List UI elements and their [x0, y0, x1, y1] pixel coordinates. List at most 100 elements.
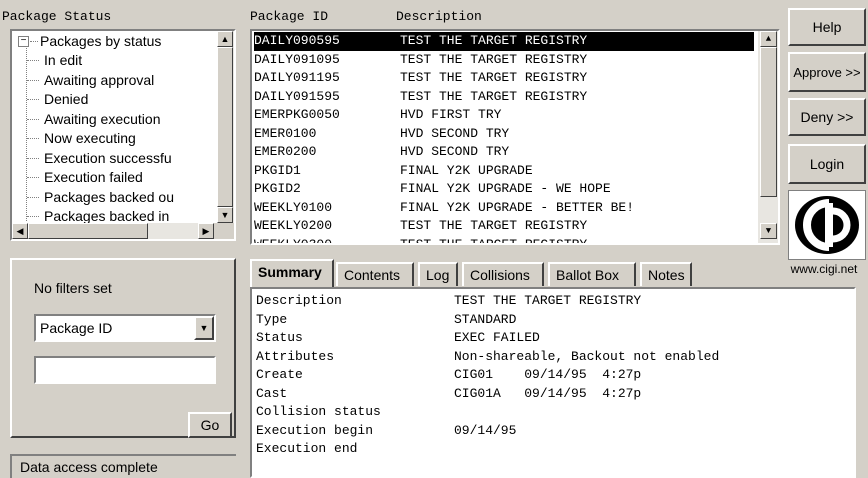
cigi-logo-icon	[795, 196, 859, 254]
summary-row: Cast CIG01A 09/14/95 4:27p	[256, 385, 641, 404]
deny-button[interactable]: Deny >>	[788, 98, 866, 136]
tab-contents[interactable]: Contents	[336, 262, 414, 286]
package-desc-cell: FINAL Y2K UPGRADE	[400, 162, 533, 178]
filter-select-value: Package ID	[40, 320, 113, 336]
filter-text-input[interactable]	[34, 356, 216, 384]
approve-button[interactable]: Approve >>	[788, 52, 866, 92]
summary-label: Cast	[256, 385, 288, 401]
package-desc-cell: HVD FIRST TRY	[400, 107, 502, 122]
package-desc-cell: TEST THE TARGET REGISTRY	[400, 236, 588, 245]
tree-item-label: Denied	[44, 91, 89, 107]
package-id-cell: DAILY091095	[254, 51, 340, 67]
tab-collisions[interactable]: Collisions	[462, 262, 544, 286]
package-list-scrollbar[interactable]: ▲ ▼	[758, 31, 778, 243]
package-desc-cell: HVD SECOND TRY	[400, 125, 510, 141]
package-id-cell: WEEKLY0200	[254, 218, 333, 233]
tree-item-label: Packages backed ou	[44, 188, 174, 205]
package-row[interactable]: PKGID1 FINAL Y2K UPGRADE	[254, 162, 754, 181]
summary-label: Status	[256, 330, 303, 345]
tree-connector	[27, 157, 39, 159]
summary-row: Status EXEC FAILED	[256, 329, 540, 348]
package-id-cell: DAILY090595	[254, 33, 340, 48]
summary-row: Execution begin 09/14/95	[256, 422, 516, 441]
filter-status: No filters set	[34, 280, 112, 296]
filter-select[interactable]: Package ID ▼	[34, 314, 216, 342]
package-id-cell: EMER0100	[254, 125, 317, 141]
scroll-up-icon[interactable]: ▲	[217, 31, 233, 47]
package-id-cell: DAILY091195	[254, 70, 340, 85]
summary-label: Description	[256, 293, 342, 308]
tab-notes[interactable]: Notes	[640, 262, 692, 286]
package-row[interactable]: WEEKLY0300 TEST THE TARGET REGISTRY	[254, 236, 754, 245]
package-row[interactable]: EMER0100 HVD SECOND TRY	[254, 125, 754, 144]
scroll-thumb[interactable]	[217, 47, 233, 207]
summary-row: Type STANDARD	[256, 311, 516, 330]
scroll-thumb[interactable]	[760, 47, 777, 197]
go-button[interactable]: Go	[188, 412, 232, 438]
summary-label: Execution begin	[256, 422, 374, 438]
tree-hscrollbar[interactable]: ◀ ▶	[12, 223, 234, 239]
tree-item-label: Awaiting execution	[44, 110, 161, 127]
tree-vscrollbar[interactable]: ▲ ▼	[217, 31, 234, 223]
package-id-cell: WEEKLY0100	[254, 199, 333, 215]
summary-value: Non-shareable, Backout not enabled	[454, 348, 720, 364]
package-id-cell: EMER0200	[254, 144, 317, 159]
tree-connector	[27, 79, 39, 81]
scroll-up-icon[interactable]: ▲	[760, 31, 777, 47]
package-row[interactable]: EMERPKG0050 HVD FIRST TRY	[254, 106, 754, 125]
tree-item-label: Execution failed	[44, 169, 143, 185]
package-desc-cell: TEST THE TARGET REGISTRY	[400, 33, 588, 48]
tree-item-label: In edit	[44, 52, 83, 68]
tree-connector	[27, 177, 39, 178]
tree-root-label: Packages by status	[40, 33, 162, 49]
filter-panel: No filters set Package ID ▼ Go	[10, 258, 236, 438]
hscroll-thumb[interactable]	[28, 223, 148, 239]
scroll-down-icon[interactable]: ▼	[217, 207, 233, 223]
package-row[interactable]: PKGID2 FINAL Y2K UPGRADE - WE HOPE	[254, 180, 754, 199]
scroll-down-icon[interactable]: ▼	[760, 223, 777, 239]
summary-panel: Description TEST THE TARGET REGISTRY Type S…	[250, 287, 856, 478]
login-button[interactable]: Login	[788, 144, 866, 184]
summary-value: CIG01 09/14/95 4:27p	[454, 367, 642, 382]
tree-item-label: Awaiting approval	[44, 71, 155, 88]
package-row[interactable]: WEEKLY0200 TEST THE TARGET REGISTRY	[254, 217, 754, 236]
package-row[interactable]: EMER0200 HVD SECOND TRY	[254, 143, 754, 162]
package-desc-cell: TEST THE TARGET REGISTRY	[400, 88, 588, 104]
package-status-header: Package Status	[2, 9, 112, 24]
summary-row: Attributes Non-shareable, Backout not ena…	[256, 348, 719, 367]
chevron-down-icon[interactable]: ▼	[194, 316, 214, 340]
tree-connector	[27, 60, 39, 61]
tab-ballot-box[interactable]: Ballot Box	[548, 262, 636, 286]
package-row[interactable]: DAILY091195 TEST THE TARGET REGISTRY	[254, 69, 754, 88]
summary-row: Collision status	[256, 403, 454, 422]
tree-item-label: Execution successfu	[44, 149, 172, 166]
package-row[interactable]: DAILY091595 TEST THE TARGET REGISTRY	[254, 88, 754, 107]
package-desc-cell: FINAL Y2K UPGRADE - BETTER BE!	[400, 199, 635, 215]
scroll-left-icon[interactable]: ◀	[12, 223, 28, 239]
tree-connector	[27, 99, 39, 100]
logo-caption: www.cigi.net	[790, 262, 858, 276]
summary-row: Description TEST THE TARGET REGISTRY	[256, 292, 641, 311]
package-row[interactable]: DAILY091095 TEST THE TARGET REGISTRY	[254, 51, 754, 70]
package-row[interactable]: DAILY090595 TEST THE TARGET REGISTRY	[254, 32, 754, 51]
package-row[interactable]: WEEKLY0100 FINAL Y2K UPGRADE - BETTER BE!	[254, 199, 754, 218]
collapse-icon[interactable]: −	[18, 36, 29, 47]
tree-connector	[27, 138, 39, 139]
package-desc-cell: HVD SECOND TRY	[400, 144, 510, 159]
summary-value: EXEC FAILED	[454, 330, 540, 345]
summary-label: Create	[256, 367, 303, 382]
summary-value: STANDARD	[454, 311, 517, 327]
status-tree[interactable]: − Packages by status In edit Awaiting app…	[10, 29, 236, 241]
tab-log[interactable]: Log	[418, 262, 458, 286]
tab-summary[interactable]: Summary	[250, 259, 334, 287]
summary-label: Execution end	[256, 441, 358, 456]
tab-bar: Summary Contents Log Collisions Ballot Box No…	[250, 259, 710, 288]
tree-connector	[27, 196, 39, 198]
help-button[interactable]: Help	[788, 8, 866, 46]
summary-label: Type	[256, 311, 288, 327]
scroll-right-icon[interactable]: ▶	[198, 223, 214, 239]
description-header: Description	[396, 9, 482, 24]
scroll-corner	[214, 223, 234, 239]
package-id-cell: EMERPKG0050	[254, 107, 340, 122]
package-list[interactable]: DAILY090595 TEST THE TARGET REGISTRY DAILY…	[250, 29, 780, 245]
